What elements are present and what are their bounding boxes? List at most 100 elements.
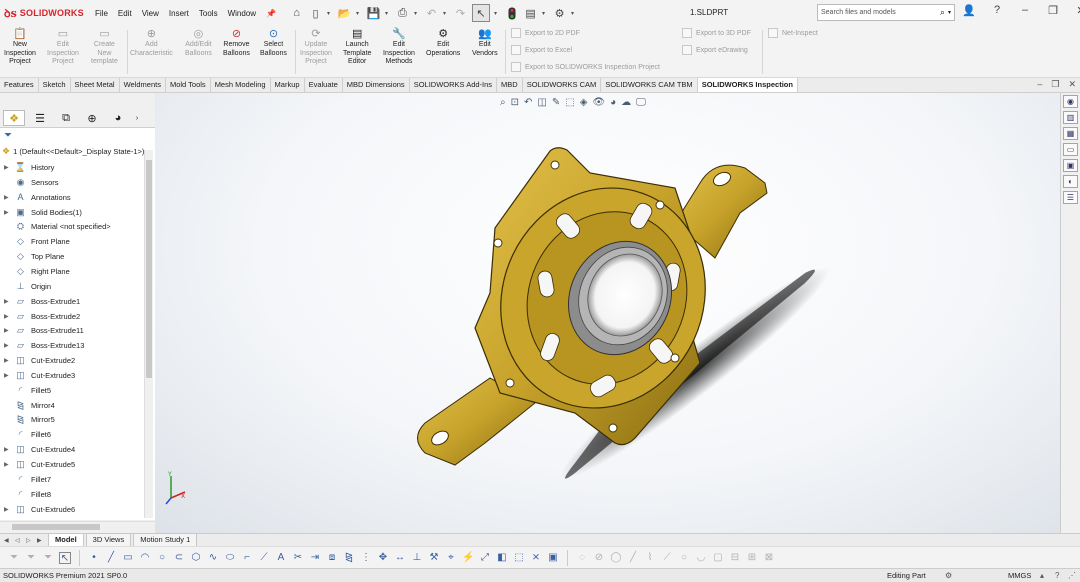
design-library-icon[interactable]: ▥ — [1063, 111, 1078, 124]
sketch-spline-icon[interactable]: ∿ — [207, 552, 219, 564]
tab-mold-tools[interactable]: Mold Tools — [166, 78, 211, 92]
tab-close-icon[interactable]: ✕ — [1068, 79, 1076, 90]
export-2d-pdf-button[interactable]: Export to 2D PDF — [511, 28, 580, 38]
tree-item[interactable]: ▶ ◫ Cut-Extrude2 — [4, 353, 75, 368]
sketch-line-icon[interactable]: ╱ — [105, 552, 117, 564]
centerline-icon[interactable]: ╱ — [627, 552, 639, 564]
file-explorer-icon[interactable]: ▦ — [1063, 127, 1078, 140]
add-characteristic-button[interactable]: ⊕ Add Characteristic — [130, 28, 173, 58]
tab-mbd-dimensions[interactable]: MBD Dimensions — [343, 78, 410, 92]
menu-insert[interactable]: Insert — [164, 9, 194, 18]
perimeter-circle-icon[interactable]: ○ — [678, 552, 690, 564]
sketch-text-icon[interactable]: A — [275, 552, 287, 564]
menu-edit[interactable]: Edit — [113, 9, 137, 18]
undo-icon[interactable]: ↶ — [424, 6, 439, 21]
launch-template-editor-button[interactable]: ▤ Launch Template Editor — [343, 28, 371, 67]
undo-dropdown-icon[interactable]: ▾ — [443, 10, 449, 17]
extend-entities-icon[interactable]: ⇥ — [309, 552, 321, 564]
select-balloons-button[interactable]: ⊙ Select Balloons — [260, 28, 287, 58]
export-sw-inspection-button[interactable]: Export to SOLIDWORKS Inspection Project — [511, 62, 660, 72]
print-icon[interactable]: ⎙ — [395, 6, 410, 21]
new-dropdown-icon[interactable]: ▾ — [327, 10, 333, 17]
edit-operations-button[interactable]: ⚙ Edit Operations — [426, 28, 460, 58]
sketch-ellipse-icon[interactable]: ⬭ — [224, 552, 236, 564]
tree-item[interactable]: ▶ ⌛ History — [4, 160, 54, 175]
file-properties-icon[interactable]: ▤ — [523, 6, 538, 21]
tab-mesh-modeling[interactable]: Mesh Modeling — [211, 78, 271, 92]
search-dropdown-icon[interactable]: ▾ — [948, 9, 951, 16]
convert-entities-icon[interactable]: ⬚ — [513, 552, 525, 564]
solidworks-forum-icon[interactable]: ☰ — [1063, 191, 1078, 204]
edit-vendors-button[interactable]: 👥 Edit Vendors — [472, 28, 498, 58]
print-dropdown-icon[interactable]: ▾ — [414, 10, 420, 17]
shaded-sketch-contours-icon[interactable]: ◧ — [496, 552, 508, 564]
tab-evaluate[interactable]: Evaluate — [305, 78, 343, 92]
tree-item[interactable]: ◜ Fillet6 — [4, 427, 51, 442]
expand-arrow-icon[interactable]: ▶ — [4, 506, 14, 513]
tree-item[interactable]: ⛭ Material <not specified> — [4, 219, 111, 234]
file-properties-dropdown-icon[interactable]: ▾ — [542, 10, 548, 17]
view-palette-icon[interactable]: ▭ — [1063, 143, 1078, 156]
sketch-point-icon[interactable]: • — [88, 552, 100, 564]
export-excel-button[interactable]: Export to Excel — [511, 45, 572, 55]
restore-icon[interactable]: ❐ — [1044, 4, 1062, 17]
tab-last-icon[interactable]: ▶ — [37, 537, 46, 544]
tab-motion-study-1[interactable]: Motion Study 1 — [133, 533, 198, 547]
net-inspect-button[interactable]: Net-Inspect — [768, 28, 818, 38]
select-dropdown-icon[interactable]: ▾ — [494, 10, 500, 17]
tab-first-icon[interactable]: ◀ — [4, 537, 13, 544]
filter-faces-icon[interactable]: ⏷ — [25, 552, 37, 564]
segment-icon[interactable]: ⊠ — [763, 552, 775, 564]
fm-tabs-more-icon[interactable]: › — [133, 110, 141, 126]
property-manager-tab-icon[interactable]: ☰ — [29, 110, 51, 126]
options-dropdown-icon[interactable]: ▾ — [571, 10, 577, 17]
tree-item[interactable]: ▶ ▱ Boss-Extrude11 — [4, 323, 84, 338]
home-icon[interactable]: ⌂ — [289, 6, 304, 21]
expand-arrow-icon[interactable]: ▶ — [4, 372, 14, 379]
tree-item[interactable]: ◇ Right Plane — [4, 264, 70, 279]
instant-2d-icon[interactable]: ⤢ — [479, 552, 491, 564]
export-3d-pdf-button[interactable]: Export to 3D PDF — [682, 28, 751, 38]
solidworks-resources-icon[interactable]: ◉ — [1063, 95, 1078, 108]
edit-inspection-methods-button[interactable]: 🔧 Edit Inspection Methods — [383, 28, 415, 67]
smart-dimension-icon[interactable]: ↔ — [394, 552, 406, 564]
open-icon[interactable]: 📂 — [337, 6, 352, 21]
filter-icon[interactable]: ⏷ — [4, 130, 12, 141]
tab-features[interactable]: Features — [0, 78, 39, 92]
move-entities-icon[interactable]: ✥ — [377, 552, 389, 564]
split-entities-icon[interactable]: ⊟ — [729, 552, 741, 564]
rapid-sketch-icon[interactable]: ⚡ — [462, 552, 474, 564]
tree-item[interactable]: ▶ ▱ Boss-Extrude1 — [4, 294, 80, 309]
solidworks-logo[interactable]: ꝺꜱ SOLIDWORKS — [0, 6, 90, 21]
display-manager-tab-icon[interactable]: ◕ — [107, 110, 129, 126]
user-icon[interactable]: 👤 — [960, 4, 978, 17]
expand-arrow-icon[interactable]: ▶ — [4, 194, 14, 201]
status-help-icon[interactable]: ? — [1055, 569, 1059, 582]
offset-entities-icon[interactable]: ⧈ — [326, 552, 338, 564]
search-input[interactable]: Search files and models — [821, 9, 937, 16]
graphics-area[interactable]: ⌕ ⊡ ↶ ◫ ✎ ⬚ ◈ 👁 ◕ ☁ 🖵 Y X — [155, 93, 1060, 533]
expand-arrow-icon[interactable]: ▶ — [4, 313, 14, 320]
select-icon[interactable]: ↖ — [472, 4, 491, 22]
update-inspection-project-button[interactable]: ⟳ Update Inspection Project — [300, 28, 332, 67]
edit-inspection-project-button[interactable]: ▭ Edit Inspection Project — [47, 28, 79, 67]
trim-entities-icon[interactable]: ✂ — [292, 552, 304, 564]
expand-arrow-icon[interactable]: ▶ — [4, 446, 14, 453]
minimize-icon[interactable]: – — [1016, 4, 1034, 17]
filter-toolbar-icon[interactable]: ⏷ — [8, 552, 20, 564]
tab-solidworks-add-ins[interactable]: SOLIDWORKS Add-Ins — [410, 78, 498, 92]
appearances-icon[interactable]: ▣ — [1063, 159, 1078, 172]
tree-item[interactable]: ▶ ◫ Cut-Extrude6 — [4, 502, 75, 517]
options-icon[interactable]: ⚙ — [552, 6, 567, 21]
tab-weldments[interactable]: Weldments — [120, 78, 166, 92]
linear-pattern-icon[interactable]: ⋮ — [360, 552, 372, 564]
search-icon[interactable]: ⌕ — [940, 7, 945, 18]
tab-minimize-icon[interactable]: – — [1037, 79, 1042, 90]
help-icon[interactable]: ? — [988, 4, 1006, 17]
tree-item[interactable]: ▶ ▣ Solid Bodies(1) — [4, 205, 82, 220]
add-edit-balloons-button[interactable]: ◎ Add/Edit Balloons — [185, 28, 212, 58]
dimxpert-manager-tab-icon[interactable]: ⊕ — [81, 110, 103, 126]
expand-arrow-icon[interactable]: ▶ — [4, 327, 14, 334]
status-units[interactable]: MMGS — [1008, 569, 1031, 582]
create-new-template-button[interactable]: ▭ Create New template — [91, 28, 118, 67]
